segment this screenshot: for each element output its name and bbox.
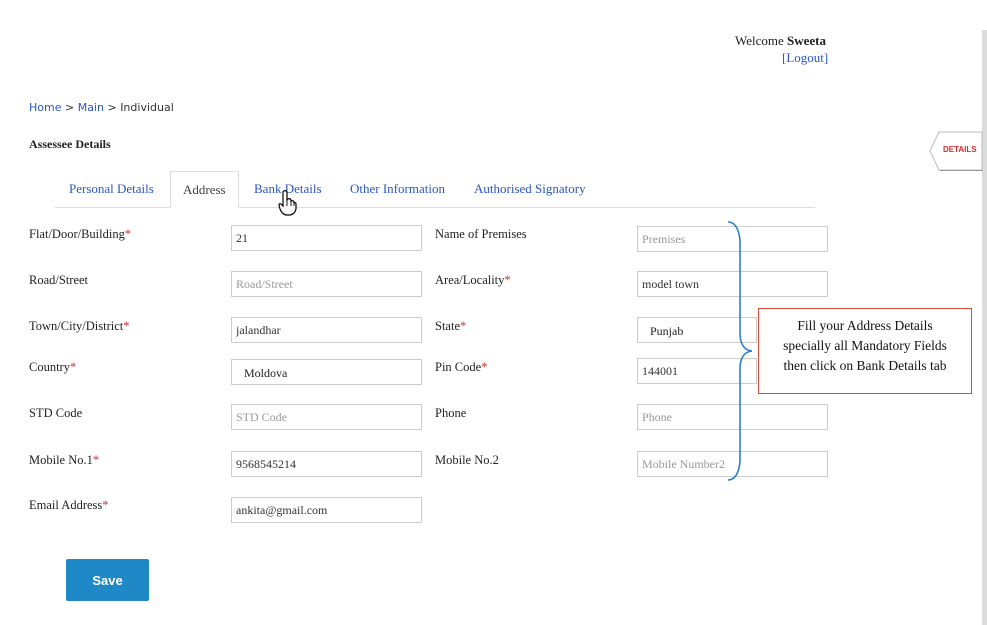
- curly-brace-annotation: [727, 221, 753, 481]
- label-premises: Name of Premises: [435, 227, 527, 241]
- required-marker: *: [481, 360, 488, 374]
- breadcrumb: Home > Main > Individual: [29, 101, 174, 114]
- country-selected-value: Moldova: [244, 366, 288, 380]
- label-mobile1: Mobile No.1*: [29, 453, 100, 467]
- callout-line: Fill your Address Details: [797, 318, 933, 333]
- std-code-input[interactable]: [231, 404, 422, 430]
- road-input[interactable]: [231, 271, 422, 297]
- callout-line: then click on Bank Details tab: [783, 358, 947, 373]
- required-marker: *: [69, 360, 77, 374]
- required-marker: *: [504, 273, 511, 287]
- breadcrumb-home[interactable]: Home: [29, 101, 61, 114]
- page-scrollbar[interactable]: [982, 30, 987, 625]
- required-marker: *: [123, 319, 130, 333]
- side-tab-label: DETAILS: [943, 145, 977, 154]
- label-flat: Flat/Door/Building*: [29, 227, 132, 241]
- required-marker: *: [124, 227, 132, 241]
- mobile1-input[interactable]: [231, 451, 422, 477]
- tab-authorised-signatory[interactable]: Authorised Signatory: [474, 171, 586, 206]
- email-input[interactable]: [231, 497, 422, 523]
- country-select[interactable]: Moldova: [231, 359, 422, 385]
- save-button[interactable]: Save: [66, 559, 149, 601]
- logout-link[interactable]: [Logout]: [782, 50, 828, 66]
- breadcrumb-current: Individual: [120, 101, 174, 114]
- label-country: Country*: [29, 360, 77, 374]
- welcome-text: Welcome: [735, 33, 784, 48]
- label-email: Email Address*: [29, 498, 109, 512]
- required-marker: *: [460, 319, 467, 333]
- label-mobile2: Mobile No.2: [435, 453, 499, 467]
- required-marker: *: [102, 498, 109, 512]
- flat-input[interactable]: [231, 225, 422, 251]
- label-std-code: STD Code: [29, 406, 83, 420]
- tab-other-information[interactable]: Other Information: [350, 171, 445, 206]
- label-pin-code: Pin Code*: [435, 360, 488, 374]
- tab-bar: Personal Details Address Bank Details Ot…: [55, 171, 815, 208]
- tab-address[interactable]: Address: [170, 171, 239, 208]
- instruction-callout: Fill your Address Details specially all …: [758, 308, 972, 394]
- hand-cursor-icon: [278, 190, 297, 216]
- label-state: State*: [435, 319, 467, 333]
- page-title: Assessee Details: [29, 137, 111, 151]
- callout-line: specially all Mandatory Fields: [783, 338, 947, 353]
- breadcrumb-main[interactable]: Main: [78, 101, 104, 114]
- breadcrumb-separator: >: [61, 101, 78, 114]
- state-selected-value: Punjab: [650, 324, 684, 338]
- breadcrumb-separator: >: [103, 101, 121, 114]
- user-name: Sweeta: [787, 33, 827, 48]
- tab-personal-details[interactable]: Personal Details: [69, 171, 154, 206]
- welcome-message: Welcome Sweeta: [735, 33, 826, 49]
- label-town: Town/City/District*: [29, 319, 130, 333]
- town-input[interactable]: [231, 317, 422, 343]
- label-phone: Phone: [435, 406, 467, 420]
- label-area: Area/Locality*: [435, 273, 511, 287]
- label-road: Road/Street: [29, 273, 89, 287]
- required-marker: *: [92, 453, 100, 467]
- details-side-tab[interactable]: DETAILS: [929, 131, 983, 172]
